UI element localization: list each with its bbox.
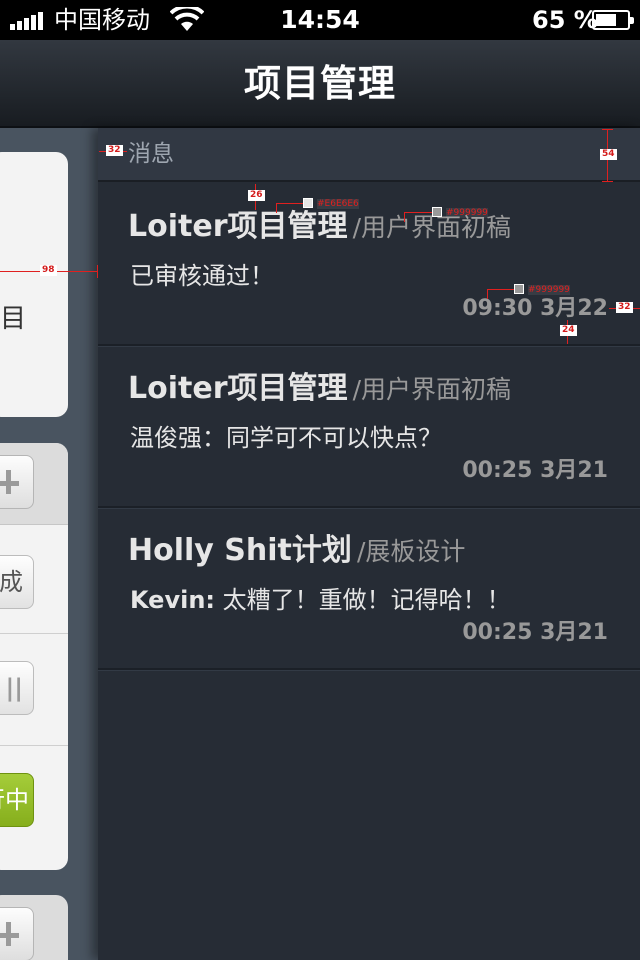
add-icon[interactable] (0, 455, 34, 509)
message-item[interactable]: Holly Shit计划 /展板设计 Kevin: 太糟了！重做！记得哈！！ 0… (98, 508, 640, 670)
message-text: 已审核通过！ (130, 262, 274, 290)
annotation-title-color: #E6E6E6 (317, 199, 359, 209)
message-body: 温俊强：同学可不可以快点？ (130, 420, 442, 456)
message-title: Holly Shit计划 /展板设计 (128, 530, 465, 576)
task-card-header (0, 443, 68, 525)
message-sender: Kevin: (130, 586, 216, 614)
in-progress-button[interactable]: 行中 (0, 773, 34, 827)
message-body: 已审核通过！ (130, 258, 274, 294)
message-title: Loiter项目管理 /用户界面初稿 (128, 368, 511, 414)
section-title: 消息 (128, 141, 174, 167)
annotation-header-height: 54 (600, 149, 617, 160)
annotation-line (276, 203, 277, 213)
battery-percent: 65 % (532, 6, 598, 34)
project-card[interactable]: 目 (0, 152, 68, 417)
message-item[interactable]: Loiter项目管理 /用户界面初稿 已审核通过！ 09:30 3月22 (98, 184, 640, 346)
message-project: Holly Shit计划 (128, 533, 352, 568)
annotation-time-right: 32 (616, 302, 633, 313)
annotation-line (487, 289, 515, 290)
message-subtitle: /展板设计 (356, 537, 466, 566)
annotation-line (404, 212, 432, 213)
pause-button[interactable]: || (0, 661, 34, 715)
message-time: 00:25 3月21 (462, 458, 608, 483)
status-bar: 中国移动 14:54 65 % (0, 0, 640, 40)
message-subtitle: /用户界面初稿 (352, 375, 512, 404)
annotation-line (276, 203, 304, 204)
annotation-line (602, 181, 613, 182)
message-project: Loiter项目管理 (128, 371, 348, 406)
annotation-subtitle-color: #999999 (446, 208, 488, 218)
project-card-label: 目 (0, 304, 27, 334)
annotation-left-offset: 98 (40, 265, 57, 276)
divider (0, 633, 68, 634)
annotation-line (602, 129, 613, 130)
swatch-title-color (303, 198, 313, 208)
message-time: 09:30 3月22 (462, 296, 608, 321)
message-time: 00:25 3月21 (462, 620, 608, 645)
task-card-2 (0, 895, 68, 960)
nav-bar: 项目管理 (0, 40, 640, 128)
annotation-time-color: #999999 (528, 285, 570, 295)
swatch-subtitle-color (432, 207, 442, 217)
message-body: Kevin: 太糟了！重做！记得哈！！ (130, 582, 511, 618)
annotation-header-left-pad: 32 (106, 145, 123, 156)
swatch-time-color (514, 284, 524, 294)
section-header: 消息 (98, 128, 640, 182)
annotation-time-bottom: 24 (560, 325, 577, 336)
task-card: 成 || 行中 (0, 443, 68, 870)
annotation-line (404, 212, 405, 222)
annotation-line (487, 289, 488, 299)
message-text: 太糟了！重做！记得哈！！ (215, 586, 511, 614)
messages-panel: 消息 Loiter项目管理 /用户界面初稿 已审核通过！ 09:30 3月22 … (98, 128, 640, 960)
battery-icon (592, 10, 634, 30)
divider (0, 745, 68, 746)
page-title: 项目管理 (244, 62, 396, 105)
annotation-line (97, 265, 98, 278)
done-button[interactable]: 成 (0, 555, 34, 609)
message-text: 温俊强：同学可不可以快点？ (130, 424, 442, 452)
message-project: Loiter项目管理 (128, 209, 348, 244)
add-icon[interactable] (0, 907, 34, 960)
annotation-title-top: 26 (248, 190, 265, 201)
message-item[interactable]: Loiter项目管理 /用户界面初稿 温俊强：同学可不可以快点？ 00:25 3… (98, 346, 640, 508)
